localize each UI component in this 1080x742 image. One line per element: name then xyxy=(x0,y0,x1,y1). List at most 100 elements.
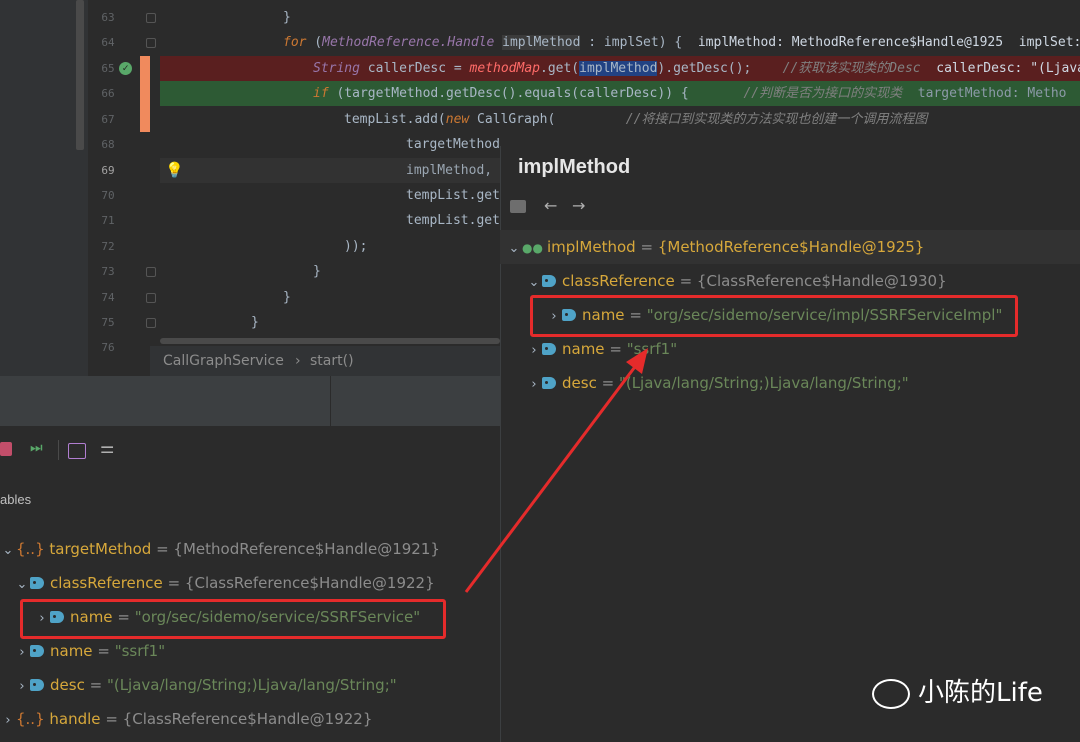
code-line-70: tempList.get xyxy=(406,188,500,203)
toolbar-divider xyxy=(58,440,59,460)
variable-impl-method: implMethod xyxy=(502,35,581,50)
var-name: handle xyxy=(49,710,101,728)
debugger-toolbar: ⏭ ⚌ xyxy=(0,426,500,476)
fold-marker[interactable] xyxy=(146,318,156,328)
line-number: 66 xyxy=(101,87,115,100)
left-scrollbar[interactable] xyxy=(76,0,84,150)
line-number: 63 xyxy=(101,11,115,24)
debugger-header xyxy=(0,376,500,427)
chevron-down-icon[interactable]: ⌄ xyxy=(526,268,542,298)
chevron-down-icon[interactable]: ⌄ xyxy=(0,536,16,566)
var-value: {MethodReference$Handle@1925} xyxy=(657,238,925,256)
selected-impl-method[interactable]: implMethod xyxy=(579,61,658,76)
keyword-if: if xyxy=(313,86,329,101)
settings-list-icon[interactable]: ⚌ xyxy=(100,438,114,457)
code-line-71: tempList.get xyxy=(406,213,500,228)
popup-node-class-reference[interactable]: ⌄ classReference = {ClassReference$Handle… xyxy=(526,266,947,296)
code-token: CallGraph( xyxy=(469,112,626,127)
code-line-66: if (targetMethod.getDesc().equals(caller… xyxy=(313,81,1067,106)
var-value: {ClassReference$Handle@1922} xyxy=(184,574,435,592)
code-line-64: for (MethodReference.Handle implMethod :… xyxy=(283,30,1080,55)
code-comment: //判断是否为接口的实现类 xyxy=(743,86,903,101)
left-tool-strip xyxy=(0,0,88,376)
breadcrumb-class[interactable]: CallGraphService xyxy=(163,346,284,376)
fold-marker[interactable] xyxy=(146,13,156,23)
chevron-right-icon[interactable]: › xyxy=(14,638,30,668)
inline-debug-value: implMethod: MethodReference$Handle@1925 … xyxy=(697,35,1080,50)
resume-icon[interactable]: ⏭ xyxy=(30,440,43,456)
console-icon[interactable] xyxy=(68,443,86,459)
tag-icon xyxy=(30,678,44,691)
code-token: (targetMethod.getDesc().equals(callerDes… xyxy=(328,86,744,101)
field-method-map: methodMap xyxy=(469,61,540,76)
camera-icon[interactable] xyxy=(0,442,12,456)
object-prefix: {..} xyxy=(16,710,45,728)
type-name: String xyxy=(313,61,360,76)
fold-marker[interactable] xyxy=(146,267,156,277)
var-value: "(Ljava/lang/String;)Ljava/lang/String;" xyxy=(106,676,397,694)
line-number: 64 xyxy=(101,36,115,49)
code-line-73: } xyxy=(313,264,321,279)
popup-node-impl-method[interactable]: ⌄ ●● implMethod = {MethodReference$Handle@… xyxy=(506,232,925,264)
var-value: {MethodReference$Handle@1921} xyxy=(173,540,440,558)
type-name: MethodReference.Handle xyxy=(322,35,495,50)
code-line-69: implMethod, xyxy=(406,163,493,178)
wechat-icon xyxy=(872,678,910,709)
var-value: "ssrf1" xyxy=(114,642,166,660)
line-number: 72 xyxy=(101,240,115,253)
code-line-65: String callerDesc = methodMap.get(implMe… xyxy=(313,56,1080,81)
popup-title: implMethod xyxy=(518,156,631,178)
chevron-down-icon[interactable]: ⌄ xyxy=(14,570,30,600)
chevron-down-icon[interactable]: ⌄ xyxy=(506,234,522,264)
back-arrow-icon[interactable]: ← xyxy=(544,196,557,215)
code-token: .get( xyxy=(540,61,580,76)
chevron-right-icon[interactable]: › xyxy=(14,672,30,702)
var-value: {ClassReference$Handle@1930} xyxy=(696,272,947,290)
keyword-new: new xyxy=(445,112,470,127)
code-token: callerDesc = xyxy=(359,61,470,76)
tree-node-desc[interactable]: › desc = "(Ljava/lang/String;)Ljava/lang/… xyxy=(14,670,397,702)
tree-node-name[interactable]: › name = "ssrf1" xyxy=(14,636,165,666)
code-token: ( xyxy=(306,35,323,50)
annotation-arrow xyxy=(464,348,648,593)
line-number: 69 xyxy=(101,164,115,177)
glasses-icon: ●● xyxy=(522,241,543,255)
var-name: desc xyxy=(50,676,85,694)
breadcrumb-separator: › xyxy=(295,353,301,369)
change-marker xyxy=(140,56,150,132)
fold-marker[interactable] xyxy=(146,38,156,48)
annotation-box-interface-name xyxy=(20,599,446,639)
check-icon[interactable]: ✓ xyxy=(119,62,132,75)
var-name: classReference xyxy=(562,272,675,290)
inline-debug-value: targetMethod: Metho xyxy=(902,86,1067,101)
tree-node-class-reference[interactable]: ⌄ classReference = {ClassReference$Handle… xyxy=(14,568,435,598)
var-name: implMethod xyxy=(546,238,636,256)
code-token: : implSet) { xyxy=(580,35,698,50)
tree-node-target-method[interactable]: ⌄ {..} targetMethod = {MethodReference$Ha… xyxy=(0,534,440,564)
fold-marker[interactable] xyxy=(146,293,156,303)
variables-tab[interactable]: ables xyxy=(0,492,31,507)
line-number: 74 xyxy=(101,291,115,304)
tree-node-handle[interactable]: › {..} handle = {ClassReference$Handle@19… xyxy=(0,704,372,734)
line-number: 67 xyxy=(101,113,115,126)
forward-arrow-icon[interactable]: → xyxy=(572,196,585,215)
folder-close-icon[interactable] xyxy=(510,200,526,213)
lightbulb-icon[interactable]: 💡 xyxy=(165,158,184,183)
tag-icon xyxy=(30,644,44,657)
var-name: classReference xyxy=(50,574,163,592)
inline-debug-value: callerDesc: "(Ljava xyxy=(920,61,1080,76)
chevron-right-icon[interactable]: › xyxy=(0,706,16,736)
keyword-for: for xyxy=(283,35,307,50)
code-line-68: targetMethod xyxy=(406,137,500,152)
tag-icon xyxy=(542,274,556,287)
line-number: 70 xyxy=(101,189,115,202)
breadcrumb-method[interactable]: start() xyxy=(310,346,354,376)
watermark: 小陈的Life xyxy=(872,672,1043,709)
code-line-72: )); xyxy=(344,239,368,254)
code-line-74: } xyxy=(283,290,291,305)
code-comment: //将接口到实现类的方法实现也创建一个调用流程图 xyxy=(625,112,928,127)
watermark-text: 小陈的Life xyxy=(918,678,1043,708)
code-comment: //获取该实现类的Desc xyxy=(782,61,921,76)
code-line-63: } xyxy=(283,10,291,25)
code-line-75: } xyxy=(251,315,259,330)
